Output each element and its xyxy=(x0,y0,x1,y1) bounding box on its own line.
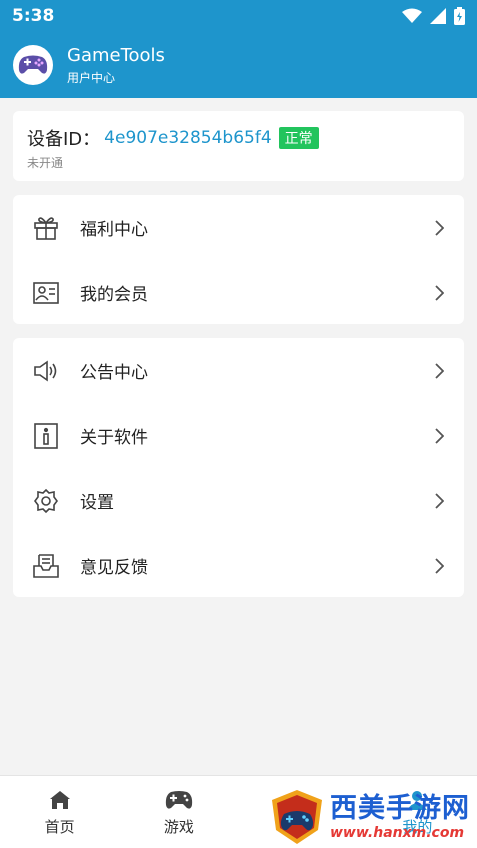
device-id-value: 4e907e32854b65f4 xyxy=(104,128,272,148)
membership-status: 未开通 xyxy=(27,156,64,170)
watermark-text: 西美手游网 xyxy=(330,793,470,824)
nav-label: 首页 xyxy=(44,818,75,836)
speaker-icon xyxy=(32,357,60,385)
inbox-icon xyxy=(32,552,60,580)
status-icons xyxy=(402,7,465,25)
menu-item-label: 福利中心 xyxy=(80,220,148,240)
menu-item-feedback[interactable]: 意见反馈 xyxy=(13,533,464,598)
menu-item-label: 公告中心 xyxy=(80,363,148,383)
signal-icon xyxy=(430,8,446,24)
app-title: GameTools xyxy=(67,44,165,66)
chevron-right-icon xyxy=(432,284,446,302)
gamepad-logo-icon xyxy=(18,55,48,74)
battery-icon xyxy=(454,7,465,25)
member-card-icon xyxy=(32,279,60,307)
info-icon xyxy=(32,422,60,450)
menu-item-membership[interactable]: 我的会员 xyxy=(13,260,464,325)
status-badge: 正常 xyxy=(278,127,319,149)
menu-item-announcements[interactable]: 公告中心 xyxy=(13,338,464,403)
menu-item-settings[interactable]: 设置 xyxy=(13,468,464,533)
nav-home[interactable]: 首页 xyxy=(0,776,119,848)
device-card: 设备ID： 4e907e32854b65f4 正常 未开通 xyxy=(13,111,464,181)
watermark-url: www.hanxm.com xyxy=(330,825,465,841)
home-icon xyxy=(49,791,70,809)
chevron-right-icon xyxy=(432,427,446,445)
menu-item-label: 关于软件 xyxy=(80,428,148,448)
chevron-right-icon xyxy=(432,492,446,510)
status-time: 5:38 xyxy=(12,6,55,26)
chevron-right-icon xyxy=(432,557,446,575)
menu-item-label: 意见反馈 xyxy=(80,558,148,578)
status-bar: 5:38 xyxy=(0,0,477,32)
nav-label: 游戏 xyxy=(163,818,194,836)
menu-group-general: 公告中心 关于软件 设置 意见反馈 xyxy=(13,338,464,597)
avatar[interactable] xyxy=(13,45,53,85)
gift-icon xyxy=(32,214,60,242)
page-subtitle: 用户中心 xyxy=(67,70,116,85)
menu-item-welfare[interactable]: 福利中心 xyxy=(13,195,464,260)
watermark-logo-icon xyxy=(272,790,322,844)
menu-item-label: 设置 xyxy=(80,493,114,513)
chevron-right-icon xyxy=(432,219,446,237)
chevron-right-icon xyxy=(432,362,446,380)
gamepad-icon xyxy=(165,791,193,809)
watermark: 西美手游网 www.hanxm.com xyxy=(268,786,473,848)
wifi-icon xyxy=(402,8,422,23)
menu-item-label: 我的会员 xyxy=(80,285,148,305)
nav-games[interactable]: 游戏 xyxy=(119,776,238,848)
menu-item-about[interactable]: 关于软件 xyxy=(13,403,464,468)
menu-group-benefits: 福利中心 我的会员 xyxy=(13,195,464,324)
app-header: GameTools 用户中心 xyxy=(0,32,477,98)
gear-icon xyxy=(32,487,60,515)
device-id-label: 设备ID： xyxy=(27,129,101,150)
